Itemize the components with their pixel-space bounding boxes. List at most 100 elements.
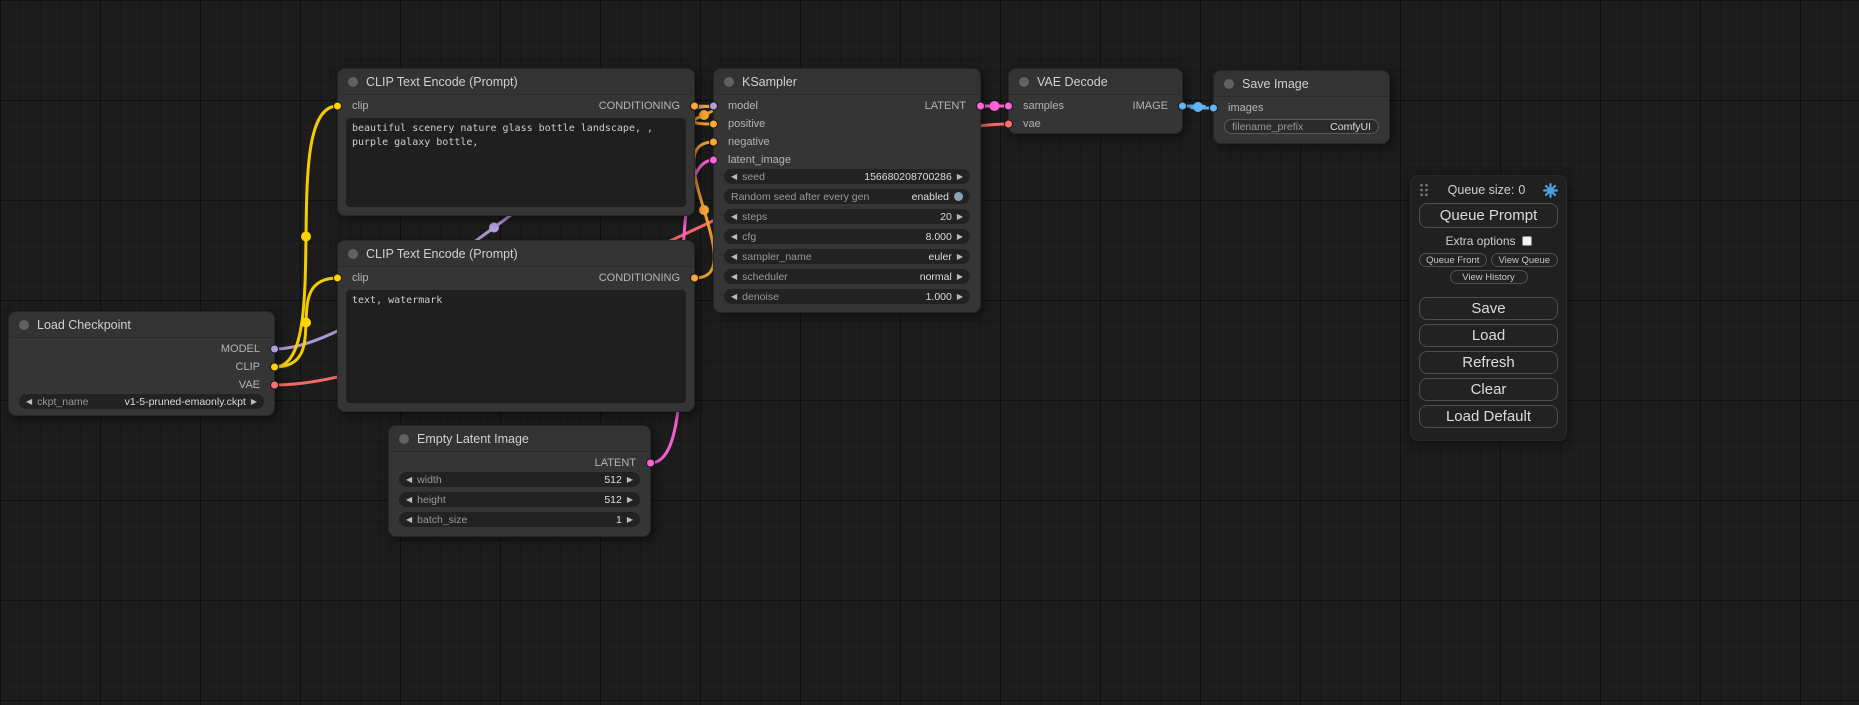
node-empty-latent-image[interactable]: Empty Latent Image LATENT ◀ width 512 ▶ … bbox=[388, 425, 651, 537]
decrement-arrow-icon[interactable]: ◀ bbox=[731, 233, 737, 241]
scheduler-widget[interactable]: ◀ scheduler normal ▶ bbox=[724, 269, 970, 284]
collapse-toggle-icon[interactable] bbox=[348, 77, 358, 87]
negative-prompt-textarea[interactable]: text, watermark bbox=[346, 290, 686, 403]
node-header[interactable]: Load Checkpoint bbox=[9, 312, 274, 338]
denoise-widget[interactable]: ◀ denoise 1.000 ▶ bbox=[724, 289, 970, 304]
steps-widget[interactable]: ◀ steps 20 ▶ bbox=[724, 209, 970, 224]
collapse-toggle-icon[interactable] bbox=[1019, 77, 1029, 87]
next-value-arrow-icon[interactable]: ▶ bbox=[251, 398, 257, 406]
node-ksampler[interactable]: KSampler model LATENT positive negative … bbox=[713, 68, 981, 313]
widget-value: 20 bbox=[940, 211, 952, 223]
batch-size-widget[interactable]: ◀ batch_size 1 ▶ bbox=[399, 512, 640, 527]
input-label-clip: clip bbox=[352, 100, 369, 112]
widget-value: 156680208700286 bbox=[864, 171, 952, 183]
view-history-button[interactable]: View History bbox=[1450, 270, 1528, 284]
queue-front-button[interactable]: Queue Front bbox=[1419, 253, 1487, 267]
vae-output-port[interactable] bbox=[270, 381, 279, 390]
negative-input-port[interactable] bbox=[709, 138, 718, 147]
latent-output-port[interactable] bbox=[976, 102, 985, 111]
clip-input-port[interactable] bbox=[333, 102, 342, 111]
random-seed-toggle-dot[interactable] bbox=[954, 192, 963, 201]
filename-prefix-widget[interactable]: filename_prefix ComfyUI bbox=[1224, 119, 1379, 134]
node-header[interactable]: CLIP Text Encode (Prompt) bbox=[338, 241, 694, 267]
model-input-port[interactable] bbox=[709, 102, 718, 111]
model-output-port[interactable] bbox=[270, 345, 279, 354]
cfg-widget[interactable]: ◀ cfg 8.000 ▶ bbox=[724, 229, 970, 244]
increment-arrow-icon[interactable]: ▶ bbox=[957, 173, 963, 181]
settings-gear-icon[interactable] bbox=[1543, 183, 1558, 198]
sampler-name-widget[interactable]: ◀ sampler_name euler ▶ bbox=[724, 249, 970, 264]
input-label-vae: vae bbox=[1023, 118, 1041, 130]
increment-arrow-icon[interactable]: ▶ bbox=[627, 476, 633, 484]
node-header[interactable]: KSampler bbox=[714, 69, 980, 95]
increment-arrow-icon[interactable]: ▶ bbox=[957, 293, 963, 301]
next-value-arrow-icon[interactable]: ▶ bbox=[957, 253, 963, 261]
wire-midpoint-dot bbox=[1193, 102, 1203, 112]
slot-row: VAE bbox=[9, 376, 274, 394]
extra-options-label: Extra options bbox=[1445, 234, 1515, 248]
clip-output-port[interactable] bbox=[270, 363, 279, 372]
collapse-toggle-icon[interactable] bbox=[19, 320, 29, 330]
node-graph-canvas[interactable]: Load Checkpoint MODEL CLIP VAE ◀ ckpt_na… bbox=[0, 0, 1859, 705]
node-clip-text-encode-negative[interactable]: CLIP Text Encode (Prompt) clip CONDITION… bbox=[337, 240, 695, 412]
widget-label: filename_prefix bbox=[1232, 121, 1303, 133]
node-title: CLIP Text Encode (Prompt) bbox=[366, 75, 518, 89]
node-header[interactable]: CLIP Text Encode (Prompt) bbox=[338, 69, 694, 95]
positive-input-port[interactable] bbox=[709, 120, 718, 129]
collapse-toggle-icon[interactable] bbox=[399, 434, 409, 444]
load-default-button[interactable]: Load Default bbox=[1419, 405, 1558, 428]
prev-value-arrow-icon[interactable]: ◀ bbox=[731, 253, 737, 261]
latent-output-port[interactable] bbox=[646, 459, 655, 468]
decrement-arrow-icon[interactable]: ◀ bbox=[406, 496, 412, 504]
next-value-arrow-icon[interactable]: ▶ bbox=[957, 273, 963, 281]
node-title: KSampler bbox=[742, 75, 797, 89]
images-input-port[interactable] bbox=[1209, 104, 1218, 113]
conditioning-output-port[interactable] bbox=[690, 274, 699, 283]
decrement-arrow-icon[interactable]: ◀ bbox=[406, 516, 412, 524]
increment-arrow-icon[interactable]: ▶ bbox=[627, 496, 633, 504]
samples-input-port[interactable] bbox=[1004, 102, 1013, 111]
random-seed-toggle-widget[interactable]: Random seed after every gen enabled bbox=[724, 189, 970, 204]
drag-handle-icon[interactable] bbox=[1419, 183, 1430, 197]
node-load-checkpoint[interactable]: Load Checkpoint MODEL CLIP VAE ◀ ckpt_na… bbox=[8, 311, 275, 416]
decrement-arrow-icon[interactable]: ◀ bbox=[731, 213, 737, 221]
queue-panel-header[interactable]: Queue size:0 bbox=[1419, 181, 1558, 199]
positive-prompt-textarea[interactable]: beautiful scenery nature glass bottle la… bbox=[346, 118, 686, 207]
view-queue-button[interactable]: View Queue bbox=[1491, 253, 1559, 267]
collapse-toggle-icon[interactable] bbox=[724, 77, 734, 87]
height-widget[interactable]: ◀ height 512 ▶ bbox=[399, 492, 640, 507]
collapse-toggle-icon[interactable] bbox=[348, 249, 358, 259]
extra-options-checkbox[interactable] bbox=[1522, 236, 1532, 246]
save-button[interactable]: Save bbox=[1419, 297, 1558, 320]
conditioning-output-port[interactable] bbox=[690, 102, 699, 111]
increment-arrow-icon[interactable]: ▶ bbox=[957, 213, 963, 221]
widget-label: batch_size bbox=[417, 514, 467, 526]
node-header[interactable]: VAE Decode bbox=[1009, 69, 1182, 95]
decrement-arrow-icon[interactable]: ◀ bbox=[731, 173, 737, 181]
load-button[interactable]: Load bbox=[1419, 324, 1558, 347]
node-header[interactable]: Save Image bbox=[1214, 71, 1389, 97]
latent-image-input-port[interactable] bbox=[709, 156, 718, 165]
decrement-arrow-icon[interactable]: ◀ bbox=[731, 293, 737, 301]
queue-panel: Queue size:0 Queue Prompt Extra options bbox=[1410, 175, 1567, 441]
decrement-arrow-icon[interactable]: ◀ bbox=[406, 476, 412, 484]
refresh-button[interactable]: Refresh bbox=[1419, 351, 1558, 374]
node-header[interactable]: Empty Latent Image bbox=[389, 426, 650, 452]
clip-input-port[interactable] bbox=[333, 274, 342, 283]
prev-value-arrow-icon[interactable]: ◀ bbox=[731, 273, 737, 281]
image-output-port[interactable] bbox=[1178, 102, 1187, 111]
node-vae-decode[interactable]: VAE Decode samples IMAGE vae bbox=[1008, 68, 1183, 134]
ckpt-name-widget[interactable]: ◀ ckpt_name v1-5-pruned-emaonly.ckpt ▶ bbox=[19, 394, 264, 409]
node-clip-text-encode-positive[interactable]: CLIP Text Encode (Prompt) clip CONDITION… bbox=[337, 68, 695, 216]
increment-arrow-icon[interactable]: ▶ bbox=[957, 233, 963, 241]
prev-value-arrow-icon[interactable]: ◀ bbox=[26, 398, 32, 406]
seed-widget[interactable]: ◀ seed 156680208700286 ▶ bbox=[724, 169, 970, 184]
node-title: VAE Decode bbox=[1037, 75, 1108, 89]
increment-arrow-icon[interactable]: ▶ bbox=[627, 516, 633, 524]
vae-input-port[interactable] bbox=[1004, 120, 1013, 129]
collapse-toggle-icon[interactable] bbox=[1224, 79, 1234, 89]
node-save-image[interactable]: Save Image images filename_prefix ComfyU… bbox=[1213, 70, 1390, 144]
width-widget[interactable]: ◀ width 512 ▶ bbox=[399, 472, 640, 487]
queue-prompt-button[interactable]: Queue Prompt bbox=[1419, 203, 1558, 228]
clear-button[interactable]: Clear bbox=[1419, 378, 1558, 401]
